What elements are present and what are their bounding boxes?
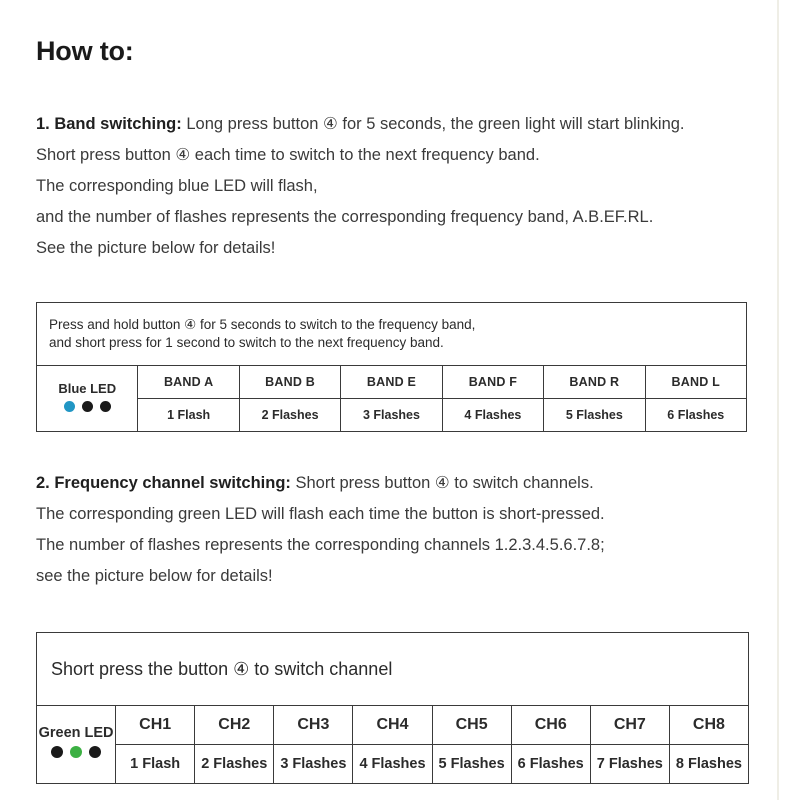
channel-header-cell: CH1 xyxy=(115,705,196,745)
section-band-switching: 1. Band switching: Long press button ④ f… xyxy=(33,109,770,264)
channel-header-cell: CH5 xyxy=(431,705,512,745)
green-led-cell: Green LED xyxy=(35,705,117,784)
channel-table-note-cell: Short press the button ④ to switch chann… xyxy=(36,632,749,706)
channel-switching-table: Short press the button ④ to switch chann… xyxy=(35,632,750,784)
channel-flash-cell: 2 Flashes xyxy=(194,744,275,784)
channel-header-cell: CH4 xyxy=(352,705,433,745)
page-title: How to: xyxy=(36,36,134,66)
led-dot-2-icon xyxy=(70,746,83,758)
channel-table-header-row: Green LED CH1 CH2 CH3 CH4 CH5 CH6 CH7 CH… xyxy=(35,705,750,784)
section1-lead: 1. Band switching: xyxy=(36,115,182,133)
section1-line-2: Short press button ④ each time to switch… xyxy=(36,146,540,164)
channel-header-cell: CH3 xyxy=(273,705,354,745)
section2-line-2: The corresponding green LED will flash e… xyxy=(36,505,605,523)
band-table-header-row: Blue LED BAND A BAND B BAND E BAND F BAN… xyxy=(35,365,748,432)
instruction-page: How to: 1. Band switching: Long press bu… xyxy=(0,0,800,800)
section1-line-5: See the picture below for details! xyxy=(36,239,276,257)
band-header-cell: BAND F xyxy=(441,365,545,399)
band-flash-cell: 6 Flashes xyxy=(644,398,748,432)
band-flash-cell: 1 Flash xyxy=(137,398,240,432)
band-flash-cell: 3 Flashes xyxy=(340,398,443,432)
channel-table-flash-row: 1 Flash 2 Flashes 3 Flashes 4 Flashes 5 … xyxy=(37,744,750,784)
section2-line-3: The number of flashes represents the cor… xyxy=(36,536,605,554)
band-header-cell: BAND A xyxy=(137,365,240,399)
section1-line-4: and the number of flashes represents the… xyxy=(36,208,654,226)
band-table-note-cell: Press and hold button ④ for 5 seconds to… xyxy=(36,302,747,366)
section2-line-1: 2. Frequency channel switching: Short pr… xyxy=(36,468,770,499)
channel-header-cell: CH8 xyxy=(668,705,750,745)
led-dot-1-icon xyxy=(51,746,64,758)
band-flash-cell: 2 Flashes xyxy=(238,398,342,432)
section1-line-1-rest: Long press button ④ for 5 seconds, the g… xyxy=(181,115,685,133)
band-switching-table: Press and hold button ④ for 5 seconds to… xyxy=(35,302,748,432)
channel-flash-cell: 1 Flash xyxy=(115,744,196,784)
band-flash-cell: 4 Flashes xyxy=(441,398,545,432)
section2-line-1-rest: Short press button ④ to switch channels. xyxy=(290,474,594,492)
channel-flash-cell: 4 Flashes xyxy=(352,744,433,784)
band-header-cell: BAND B xyxy=(238,365,342,399)
band-header-cell: BAND E xyxy=(340,365,443,399)
band-table-note-line-1: Press and hold button ④ for 5 seconds to… xyxy=(49,317,476,332)
channel-header-cell: CH7 xyxy=(589,705,670,745)
channel-table-note-row: Short press the button ④ to switch chann… xyxy=(36,632,749,706)
section2-line-4: see the picture below for details! xyxy=(36,567,273,585)
band-header-cell: BAND R xyxy=(543,365,646,399)
band-flash-cell: 5 Flashes xyxy=(543,398,646,432)
section1-line-3: The corresponding blue LED will flash, xyxy=(36,177,318,195)
channel-flash-cell: 6 Flashes xyxy=(510,744,591,784)
green-led-label: Green LED xyxy=(38,725,114,741)
channel-header-cell: CH2 xyxy=(194,705,275,745)
band-table-note-row: Press and hold button ④ for 5 seconds to… xyxy=(36,302,747,366)
blue-led-cell: Blue LED xyxy=(35,365,139,432)
channel-header-cell: CH6 xyxy=(510,705,591,745)
blue-led-dots xyxy=(37,401,137,412)
band-header-cell: BAND L xyxy=(644,365,748,399)
led-dot-2-icon xyxy=(81,401,93,412)
channel-flash-cell: 3 Flashes xyxy=(273,744,354,784)
channel-flash-cell: 5 Flashes xyxy=(431,744,512,784)
channel-flash-cell: 7 Flashes xyxy=(589,744,670,784)
green-led-dots xyxy=(37,746,115,758)
led-dot-1-icon xyxy=(63,401,75,412)
section2-lead: 2. Frequency channel switching: xyxy=(36,474,291,492)
band-table-note-line-2: and short press for 1 second to switch t… xyxy=(49,335,444,350)
blue-led-label: Blue LED xyxy=(58,381,117,396)
led-dot-3-icon xyxy=(89,746,102,758)
band-table-flash-row: 1 Flash 2 Flashes 3 Flashes 4 Flashes 5 … xyxy=(37,398,748,432)
channel-flash-cell: 8 Flashes xyxy=(668,744,750,784)
section1-line-1: 1. Band switching: Long press button ④ f… xyxy=(36,109,770,140)
led-dot-3-icon xyxy=(99,401,111,412)
section-channel-switching: 2. Frequency channel switching: Short pr… xyxy=(33,468,770,592)
